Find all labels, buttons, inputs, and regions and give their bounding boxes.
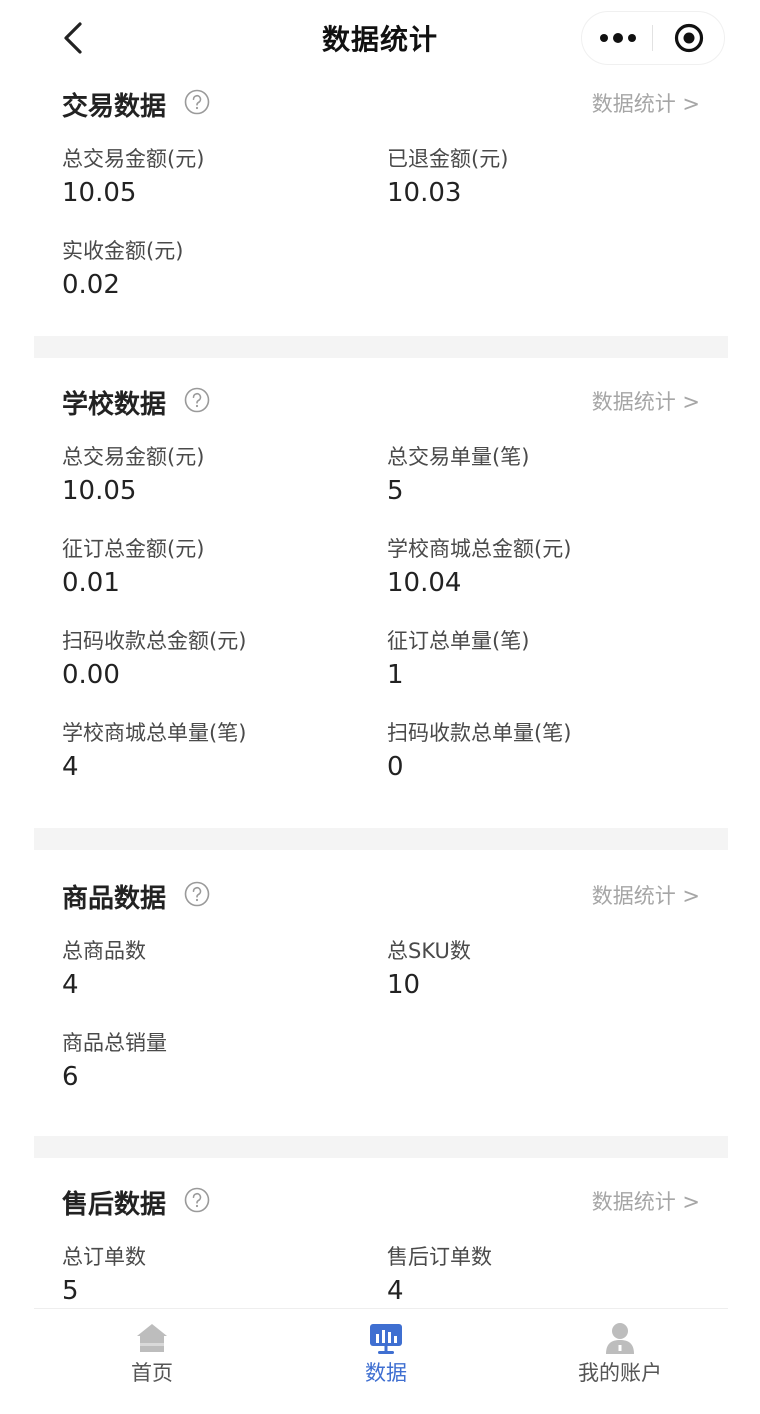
stat-label: 总商品数 — [62, 939, 146, 963]
stat-item: 商品总销量 6 — [62, 1022, 387, 1114]
stats-link[interactable]: 数据统计 > — [592, 386, 700, 416]
data-chart-icon — [370, 1324, 402, 1354]
help-icon[interactable] — [184, 89, 210, 115]
tab-label: 数据 — [365, 1361, 407, 1385]
stats-link[interactable]: 数据统计 > — [592, 880, 700, 910]
section-aftersale-data: 售后数据 数据统计 > 总订单数 5 售后订单数 4 — [34, 1158, 728, 1328]
stats-grid: 总商品数 4 总SKU数 10 商品总销量 6 — [62, 930, 700, 1114]
stat-value: 0.00 — [62, 660, 120, 690]
section-trade-data: 交易数据 数据统计 > 总交易金额(元) 10.05 已退金额(元) 10.03… — [34, 78, 728, 336]
stat-item: 总SKU数 10 — [387, 930, 712, 1022]
stat-value: 5 — [62, 1276, 79, 1306]
stat-item: 总交易金额(元) 10.05 — [62, 138, 387, 230]
stat-label: 征订总单量(笔) — [387, 629, 530, 653]
stat-item: 扫码收款总单量(笔) 0 — [387, 712, 712, 804]
tab-label: 我的账户 — [578, 1361, 662, 1385]
stat-label: 学校商城总单量(笔) — [62, 721, 247, 745]
stat-value: 1 — [387, 660, 404, 690]
stat-label: 征订总金额(元) — [62, 537, 205, 561]
stat-value: 0.02 — [62, 270, 120, 300]
section-divider — [34, 828, 728, 850]
section-header: 售后数据 数据统计 > — [62, 1176, 700, 1236]
section-divider — [34, 1136, 728, 1158]
stat-item: 征订总金额(元) 0.01 — [62, 528, 387, 620]
tab-data[interactable]: 数据 — [306, 1309, 466, 1409]
stat-value: 0.01 — [62, 568, 120, 598]
tab-my-account[interactable]: 我的账户 — [540, 1309, 700, 1409]
stat-item: 学校商城总金额(元) 10.04 — [387, 528, 712, 620]
section-header: 商品数据 数据统计 > — [62, 870, 700, 930]
stat-label: 学校商城总金额(元) — [387, 537, 572, 561]
stat-item: 总交易单量(笔) 5 — [387, 436, 712, 528]
stat-label: 售后订单数 — [387, 1245, 492, 1269]
section-header: 交易数据 数据统计 > — [62, 78, 700, 138]
stat-value: 10.04 — [387, 568, 462, 598]
stat-item: 扫码收款总金额(元) 0.00 — [62, 620, 387, 712]
stat-label: 总SKU数 — [387, 939, 471, 963]
stat-label: 扫码收款总单量(笔) — [387, 721, 572, 745]
stat-value: 0 — [387, 752, 404, 782]
section-title: 售后数据 — [62, 1190, 167, 1220]
stat-label: 实收金额(元) — [62, 239, 184, 263]
tab-label: 首页 — [131, 1361, 173, 1385]
section-product-data: 商品数据 数据统计 > 总商品数 4 总SKU数 10 商品总销量 6 — [34, 850, 728, 1136]
tab-home[interactable]: 首页 — [72, 1309, 232, 1409]
section-school-data: 学校数据 数据统计 > 总交易金额(元) 10.05 总交易单量(笔) 5 征订… — [34, 358, 728, 828]
stat-value: 10 — [387, 970, 421, 1000]
mini-program-capsule — [582, 12, 724, 64]
stats-link[interactable]: 数据统计 > — [592, 88, 700, 118]
main-content: 交易数据 数据统计 > 总交易金额(元) 10.05 已退金额(元) 10.03… — [34, 78, 728, 1328]
stat-item: 征订总单量(笔) 1 — [387, 620, 712, 712]
stats-grid: 总交易金额(元) 10.05 总交易单量(笔) 5 征订总金额(元) 0.01 … — [62, 436, 700, 804]
stats-link[interactable]: 数据统计 > — [592, 1186, 700, 1216]
user-icon — [606, 1323, 634, 1354]
stat-label: 总交易单量(笔) — [387, 445, 530, 469]
stat-value: 10.03 — [387, 178, 462, 208]
stat-label: 商品总销量 — [62, 1031, 167, 1055]
stat-item: 总交易金额(元) 10.05 — [62, 436, 387, 528]
capsule-divider — [652, 25, 653, 51]
tab-bar: 首页 数据 我的账户 — [34, 1308, 728, 1414]
stat-value: 4 — [387, 1276, 404, 1306]
stat-value: 6 — [62, 1062, 79, 1092]
stat-item: 实收金额(元) 0.02 — [62, 230, 387, 322]
section-header: 学校数据 数据统计 > — [62, 376, 700, 436]
section-divider — [34, 336, 728, 358]
section-title: 商品数据 — [62, 884, 167, 914]
stat-label: 扫码收款总金额(元) — [62, 629, 247, 653]
stat-label: 已退金额(元) — [387, 147, 509, 171]
stats-grid: 总交易金额(元) 10.05 已退金额(元) 10.03 实收金额(元) 0.0… — [62, 138, 700, 322]
stat-item: 总商品数 4 — [62, 930, 387, 1022]
help-icon[interactable] — [184, 387, 210, 413]
close-target-icon[interactable] — [674, 23, 704, 53]
stat-value: 4 — [62, 970, 79, 1000]
stat-value: 5 — [387, 476, 404, 506]
stat-value: 10.05 — [62, 178, 137, 208]
stat-value: 10.05 — [62, 476, 137, 506]
stat-item: 已退金额(元) 10.03 — [387, 138, 712, 230]
section-title: 学校数据 — [62, 390, 167, 420]
stat-item: 学校商城总单量(笔) 4 — [62, 712, 387, 804]
section-title: 交易数据 — [62, 92, 167, 122]
help-icon[interactable] — [184, 881, 210, 907]
nav-bar: 数据统计 — [0, 0, 760, 78]
more-dots-icon[interactable] — [598, 25, 638, 51]
stat-value: 4 — [62, 752, 79, 782]
stat-label: 总订单数 — [62, 1245, 146, 1269]
help-icon[interactable] — [184, 1187, 210, 1213]
stat-label: 总交易金额(元) — [62, 147, 205, 171]
stat-label: 总交易金额(元) — [62, 445, 205, 469]
home-icon — [137, 1324, 167, 1352]
